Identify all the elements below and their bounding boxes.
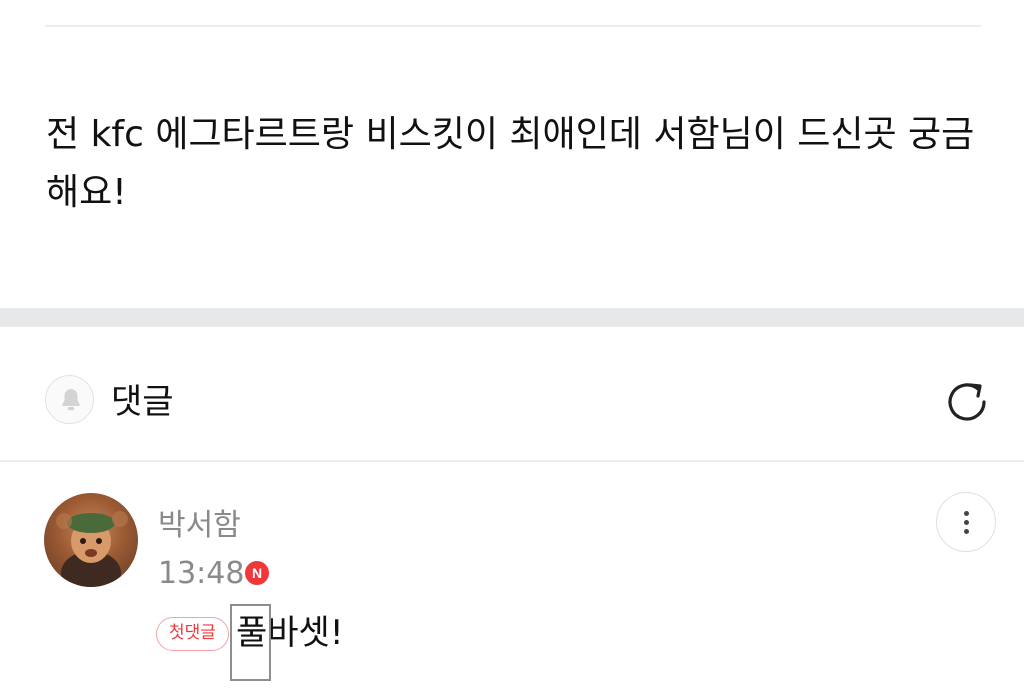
- comment-time: 13:48: [158, 556, 245, 591]
- avatar[interactable]: [44, 493, 138, 587]
- top-divider: [45, 25, 981, 27]
- more-vertical-icon: [964, 511, 969, 516]
- post-body-text: 전 kfc 에그타르트랑 비스킷이 최애인데 서함님이 드신곳 궁금해요!: [46, 114, 975, 213]
- comment-item: 박서함 13:48 N 첫댓글 풀바셋!: [0, 462, 1024, 698]
- comments-header: 댓글: [0, 327, 1024, 461]
- bell-icon[interactable]: [45, 375, 94, 424]
- new-badge: N: [245, 561, 269, 585]
- refresh-icon[interactable]: [940, 375, 994, 429]
- more-options-button[interactable]: [936, 492, 996, 552]
- comment-author[interactable]: 박서함: [158, 508, 241, 544]
- first-comment-badge: 첫댓글: [156, 617, 229, 651]
- section-separator: [0, 308, 1024, 327]
- text-selection-cursor: [230, 604, 271, 681]
- comments-title: 댓글: [111, 382, 174, 422]
